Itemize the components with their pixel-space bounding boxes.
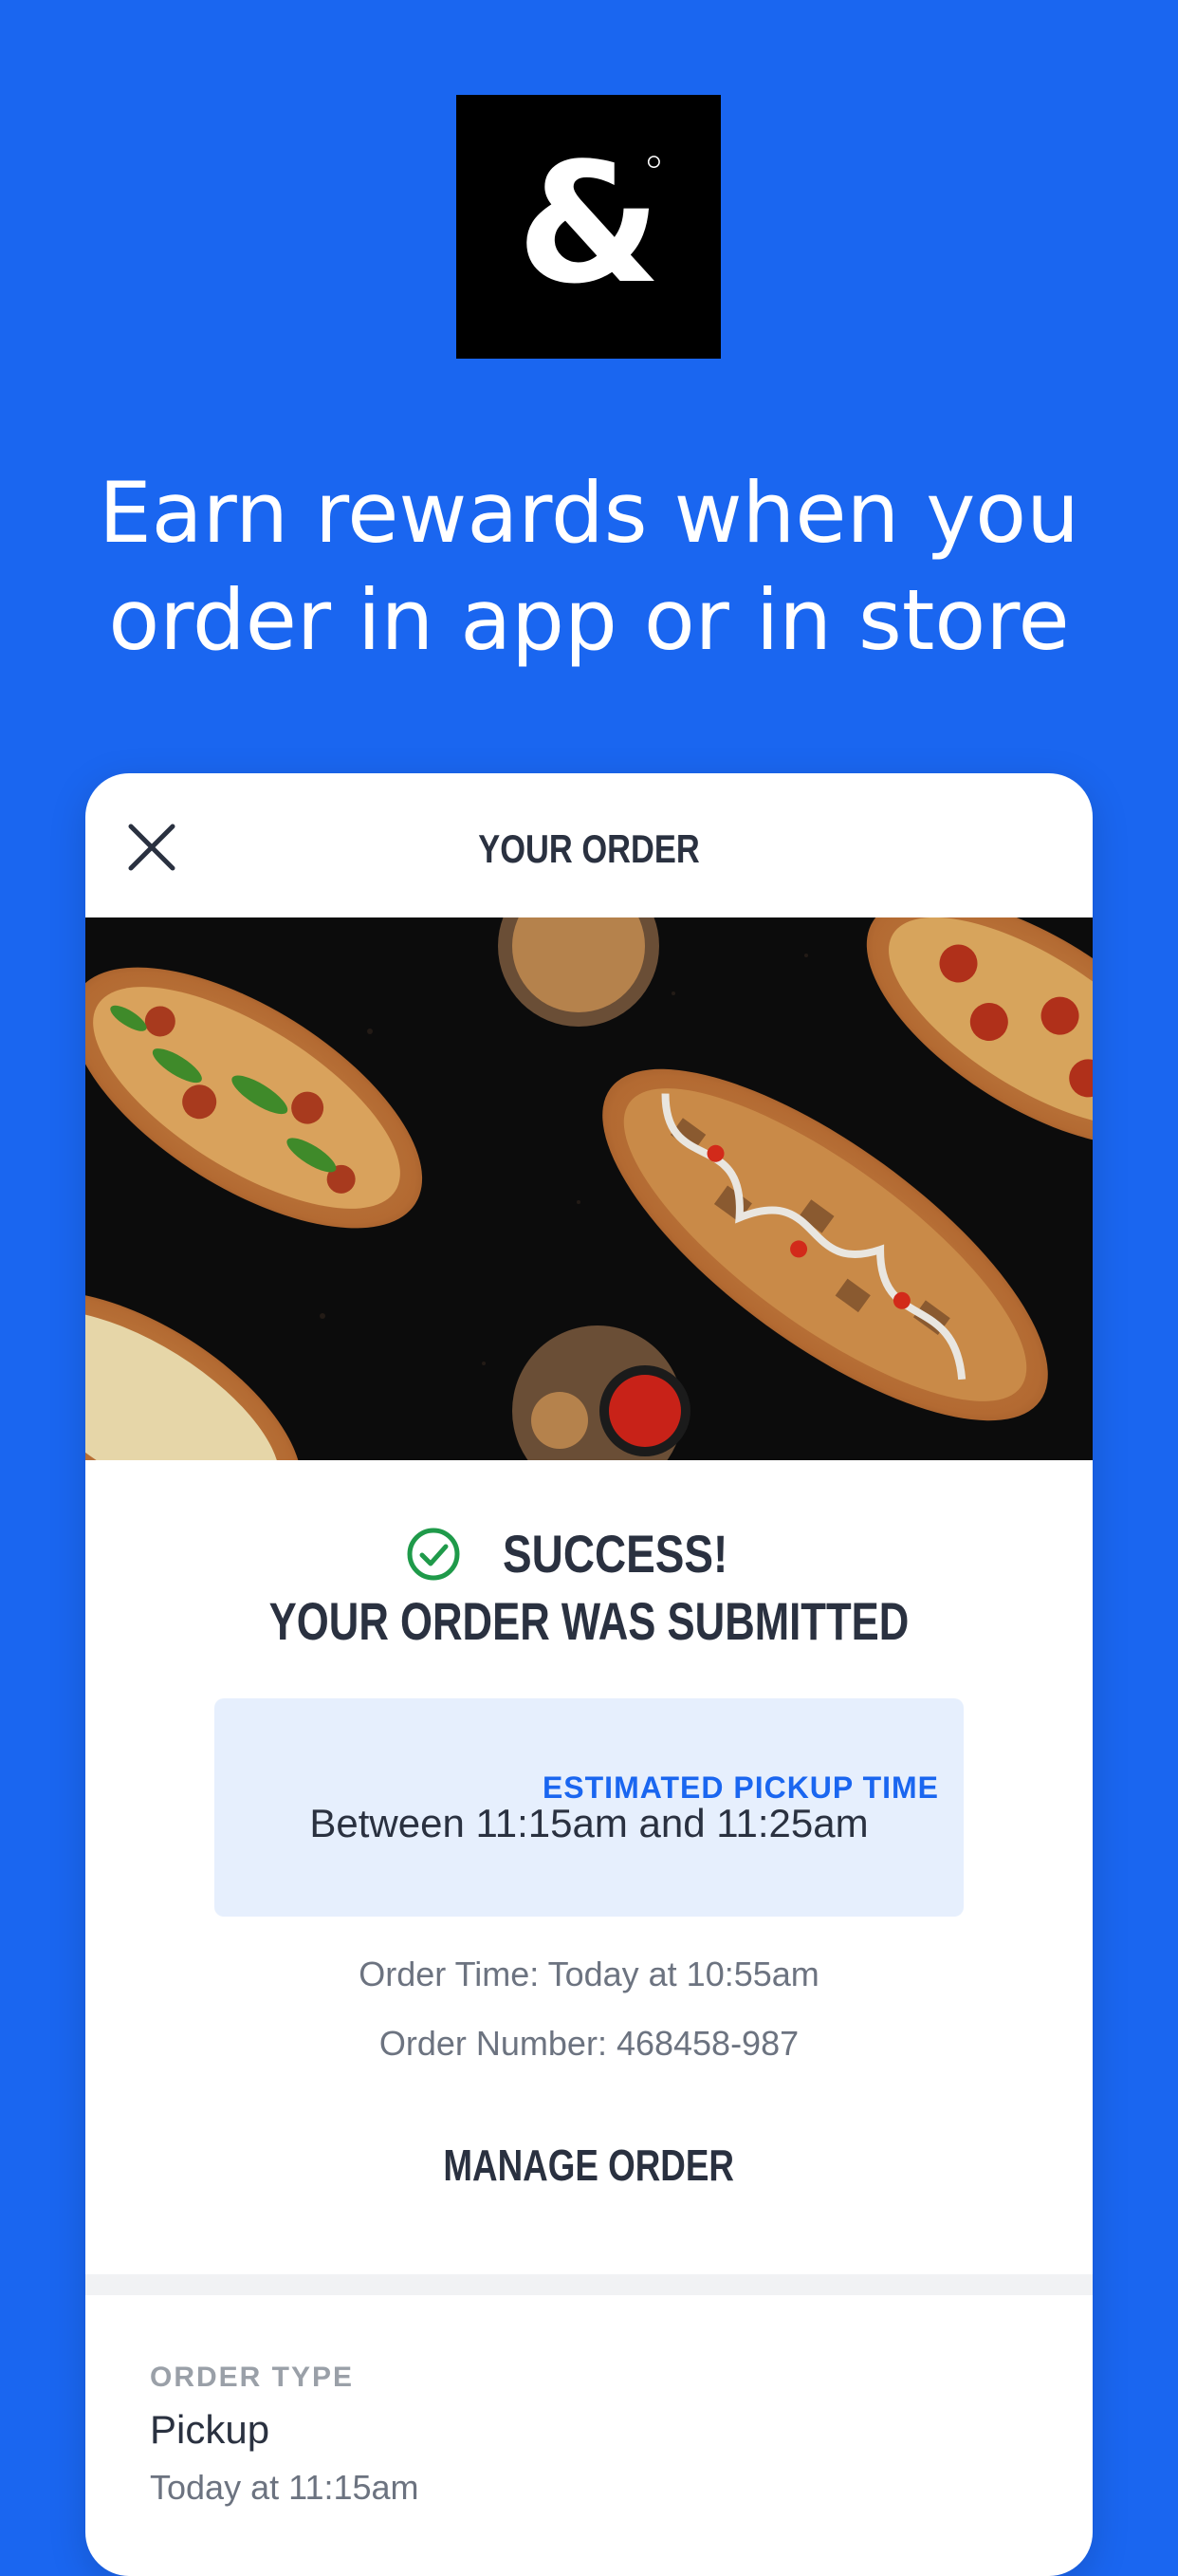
headline-line-1: Earn rewards when you [99,464,1079,562]
svg-text:&: & [516,137,660,317]
marketing-headline: Earn rewards when you order in app or in… [0,459,1178,674]
hero-illustration [85,917,1093,1460]
section-divider [85,2274,1093,2295]
pickup-time-box: ESTIMATED PICKUP TIME Between 11:15am an… [214,1698,964,1917]
card-title: YOUR ORDER [478,826,700,871]
card-header: YOUR ORDER [85,773,1093,917]
success-message: SUCCESS! YOUR ORDER WAS SUBMITTED [85,1523,1093,1652]
pickup-time-value: Between 11:15am and 11:25am [309,1801,869,1845]
order-number: Order Number: 468458-987 [378,2024,800,2063]
success-heading: SUCCESS! [503,1524,728,1584]
manage-order-button[interactable]: MANAGE ORDER [85,2140,1093,2191]
ampersand-logo-icon: & [516,137,660,317]
order-type-label: ORDER TYPE [150,2362,355,2393]
check-circle-icon [407,1528,460,1580]
close-icon [128,824,175,871]
order-type-value: Pickup [150,2407,270,2452]
manage-order-label: MANAGE ORDER [443,2140,735,2190]
success-subheading: YOUR ORDER WAS SUBMITTED [268,1591,910,1651]
headline-line-2: order in app or in store [108,571,1070,669]
order-type-time: Today at 11:15am [150,2468,419,2507]
flatbread-pizzas-photo [85,917,1093,1460]
order-time: Order Time: Today at 10:55am [359,1955,819,1993]
order-card: YOUR ORDER SUCCESS! YOUR ORDER WAS SUBMI… [85,773,1093,2576]
brand-logo: & [456,95,721,359]
close-button[interactable] [123,819,180,876]
